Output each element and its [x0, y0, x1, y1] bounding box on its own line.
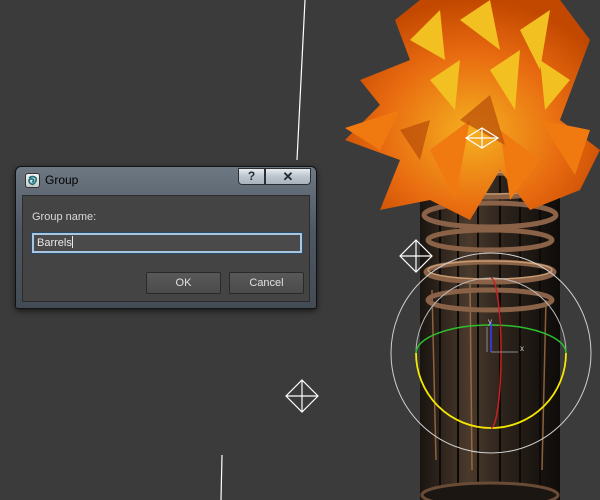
- text-caret: [71, 236, 73, 248]
- minigun-model[interactable]: [420, 160, 560, 500]
- 3dsmax-logo-icon: [25, 173, 40, 188]
- dialog-title: Group: [45, 173, 79, 187]
- help-icon: ?: [247, 169, 256, 183]
- svg-text:x: x: [520, 344, 524, 353]
- group-name-input[interactable]: Barrels: [31, 232, 303, 254]
- dialog-titlebar[interactable]: Group ? ✕: [16, 167, 316, 194]
- group-name-value: Barrels: [37, 237, 72, 249]
- close-button[interactable]: ✕: [265, 168, 311, 185]
- point-helper-icon[interactable]: [285, 379, 319, 413]
- svg-text:y: y: [488, 317, 492, 326]
- ok-button[interactable]: OK: [146, 272, 221, 294]
- group-name-label: Group name:: [32, 211, 97, 223]
- muzzle-flame: [345, 0, 600, 220]
- help-button[interactable]: ?: [238, 168, 265, 185]
- close-icon: ✕: [282, 169, 294, 184]
- group-dialog: Group ? ✕ Group name: Barrels OK Cancel: [15, 166, 317, 309]
- cancel-button[interactable]: Cancel: [229, 272, 304, 294]
- dialog-body: Group name: Barrels OK Cancel: [22, 195, 310, 302]
